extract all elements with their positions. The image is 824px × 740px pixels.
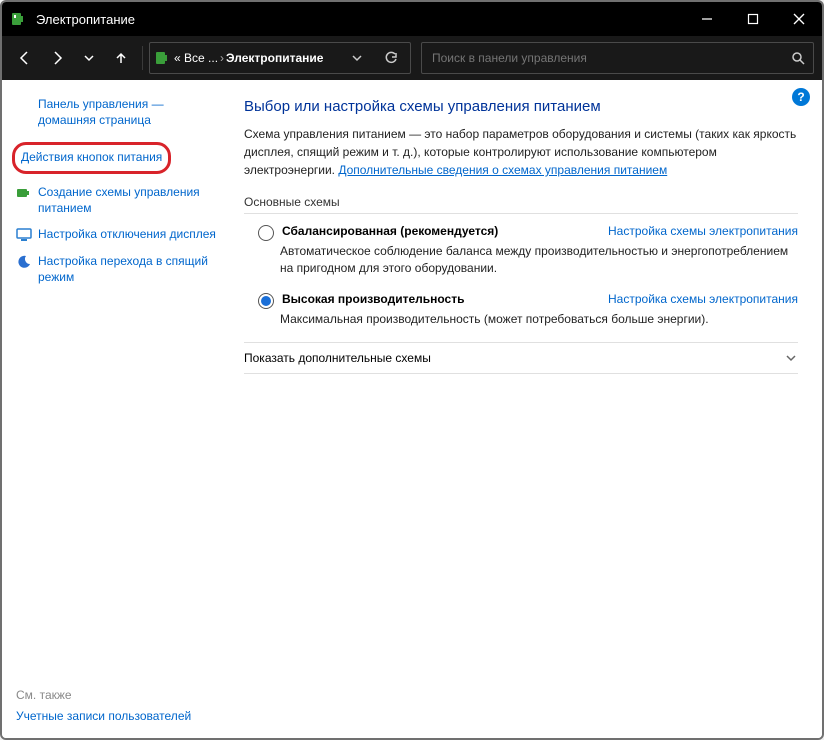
plan-high-performance: Высокая производительность Настройка схе…: [244, 292, 798, 328]
monitor-icon: [16, 227, 32, 243]
forward-button[interactable]: [42, 43, 72, 73]
window-title: Электропитание: [36, 12, 684, 27]
recent-locations-button[interactable]: [74, 43, 104, 73]
navbar: « Все ... › Электропитание: [2, 36, 822, 80]
sidebar-item-display-off[interactable]: Настройка отключения дисплея: [16, 226, 220, 243]
content-area: ? Панель управления — домашняя страница …: [2, 80, 822, 738]
plan-name[interactable]: Высокая производительность: [282, 292, 464, 306]
sidebar-item-create-plan[interactable]: Создание схемы управления питанием: [16, 184, 220, 216]
configure-plan-link[interactable]: Настройка схемы электропитания: [608, 224, 798, 238]
up-button[interactable]: [106, 43, 136, 73]
sidebar-footer: См. также Учетные записи пользователей: [16, 688, 191, 724]
battery-icon: [16, 185, 32, 201]
plan-description: Максимальная производительность (может п…: [280, 311, 798, 328]
plan-description: Автоматическое соблюдение баланса между …: [280, 243, 798, 278]
expand-label: Показать дополнительные схемы: [244, 351, 431, 365]
minimize-button[interactable]: [684, 2, 730, 36]
power-options-icon: [10, 10, 28, 28]
moon-icon: [16, 254, 32, 270]
page-heading: Выбор или настройка схемы управления пит…: [244, 98, 798, 115]
sidebar: Панель управления — домашняя страница Де…: [2, 80, 228, 738]
sidebar-home[interactable]: Панель управления — домашняя страница: [16, 96, 220, 128]
window-controls: [684, 2, 822, 36]
intro-text: Схема управления питанием — это набор па…: [244, 125, 798, 179]
chevron-right-icon: ›: [220, 51, 224, 65]
plan-balanced: Сбалансированная (рекомендуется) Настрой…: [244, 224, 798, 278]
titlebar: Электропитание: [2, 2, 822, 36]
highlighted-sidebar-item[interactable]: Действия кнопок питания: [12, 142, 171, 173]
separator: [142, 46, 143, 70]
close-button[interactable]: [776, 2, 822, 36]
search-box[interactable]: [421, 42, 814, 74]
chevron-down-icon: [784, 351, 798, 365]
search-input[interactable]: [430, 50, 791, 66]
refresh-button[interactable]: [376, 43, 406, 73]
power-options-icon: [154, 49, 172, 67]
window: Электропитание « Все ... › Электропитани…: [0, 0, 824, 740]
section-title: Основные схемы: [244, 195, 798, 209]
radio-balanced[interactable]: [258, 225, 274, 241]
breadcrumb-current[interactable]: Электропитание: [226, 51, 323, 65]
radio-high-performance[interactable]: [258, 293, 274, 309]
breadcrumb-segment[interactable]: « Все ...: [174, 51, 218, 65]
sidebar-power-buttons-link[interactable]: Действия кнопок питания: [21, 149, 162, 165]
main-panel: Выбор или настройка схемы управления пит…: [228, 80, 822, 738]
divider: [244, 213, 798, 214]
sidebar-item-sleep[interactable]: Настройка перехода в спящий режим: [16, 253, 220, 285]
sidebar-link[interactable]: Создание схемы управления питанием: [38, 184, 220, 216]
configure-plan-link[interactable]: Настройка схемы электропитания: [608, 292, 798, 306]
back-button[interactable]: [10, 43, 40, 73]
sidebar-link[interactable]: Настройка перехода в спящий режим: [38, 253, 220, 285]
see-also-link[interactable]: Учетные записи пользователей: [16, 708, 191, 724]
see-also-label: См. также: [16, 688, 191, 702]
address-bar[interactable]: « Все ... › Электропитание: [149, 42, 411, 74]
maximize-button[interactable]: [730, 2, 776, 36]
sidebar-home-link[interactable]: Панель управления — домашняя страница: [38, 96, 220, 128]
show-additional-plans[interactable]: Показать дополнительные схемы: [244, 342, 798, 374]
sidebar-link[interactable]: Настройка отключения дисплея: [38, 226, 216, 243]
search-icon[interactable]: [791, 51, 805, 65]
history-dropdown-button[interactable]: [342, 43, 372, 73]
plan-name[interactable]: Сбалансированная (рекомендуется): [282, 224, 498, 238]
intro-link[interactable]: Дополнительные сведения о схемах управле…: [338, 163, 667, 177]
